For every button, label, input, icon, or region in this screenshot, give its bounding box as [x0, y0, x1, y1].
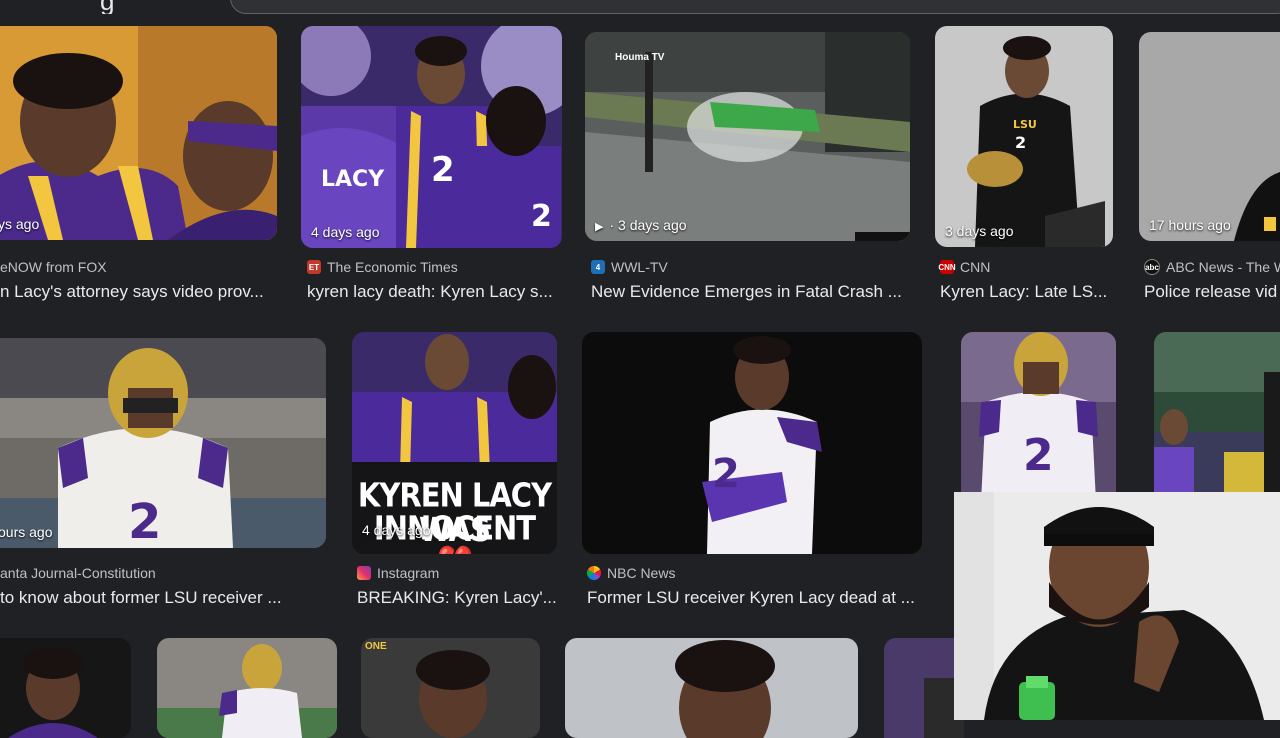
source-label[interactable]: anta Journal-Constitution — [0, 565, 156, 581]
search-bar[interactable] — [230, 0, 1280, 14]
source-label[interactable]: CNN CNN — [938, 259, 990, 275]
result-thumbnail[interactable]: LSU 2 3 days ago — [935, 26, 1113, 247]
result-thumbnail[interactable] — [565, 638, 858, 738]
image-result-card[interactable]: 2 NBC News Former LSU receiver Kyren Lac… — [582, 332, 927, 612]
result-title[interactable]: to know about former LSU receiver ... — [0, 588, 330, 608]
time-ago-label: 17 hours ago — [1149, 217, 1231, 233]
svg-text:2: 2 — [712, 451, 740, 497]
time-ago-label: ys ago — [0, 216, 40, 232]
result-thumbnail[interactable] — [157, 638, 337, 738]
result-thumbnail[interactable] — [0, 638, 131, 738]
image-result-card[interactable]: ys ago eNOW from FOX n Lacy's attorney s… — [0, 26, 280, 306]
image-result-card[interactable]: 2 — [949, 332, 1129, 502]
result-thumbnail[interactable]: LACY 2 2 4 days ago — [301, 26, 562, 248]
result-thumbnail[interactable]: 2 ours ago — [0, 338, 326, 548]
top-bar: g — [0, 0, 1280, 14]
result-title[interactable]: Former LSU receiver Kyren Lacy dead at .… — [587, 588, 927, 608]
source-label[interactable]: Instagram — [357, 565, 439, 581]
time-ago-label: ours ago — [0, 524, 53, 540]
result-title[interactable]: New Evidence Emerges in Fatal Crash ... — [591, 282, 911, 302]
result-thumbnail[interactable]: ys ago — [0, 26, 277, 240]
channel-watermark: Houma TV — [615, 52, 665, 63]
image-result-card[interactable] — [1154, 332, 1280, 502]
source-label[interactable]: abc ABC News - The W — [1144, 259, 1280, 275]
time-ago-label: 3 days ago — [945, 223, 1014, 239]
nbc-news-icon — [587, 566, 601, 580]
time-ago-label: 4 days ago — [311, 224, 380, 240]
time-ago-label: 4 days ago — [362, 522, 431, 538]
source-label[interactable]: ET The Economic Times — [307, 259, 458, 275]
image-result-card[interactable]: 17 hours ago abc ABC News - The W Police… — [1139, 26, 1280, 306]
result-thumbnail[interactable]: KYREN LACY WAS INNOCENT 💔 4 days ago — [352, 332, 557, 554]
svg-text:2: 2 — [531, 199, 552, 234]
image-result-card[interactable]: KYREN LACY WAS INNOCENT 💔 4 days ago Ins… — [352, 332, 558, 612]
image-result-card[interactable]: LACY 2 2 4 days ago ET The Economic Time… — [301, 26, 563, 306]
svg-text:LSU: LSU — [1013, 118, 1037, 131]
result-title[interactable]: Kyren Lacy: Late LS... — [940, 282, 1115, 302]
channel-watermark: ONE — [365, 641, 387, 652]
time-ago-label: ▶ · 3 days ago — [595, 217, 687, 233]
image-result-card[interactable]: LSU 2 3 days ago CNN CNN Kyren Lacy: Lat… — [935, 26, 1115, 306]
webcam-person — [954, 492, 1280, 720]
result-thumbnail[interactable]: Houma TV ▶ · 3 days ago — [585, 32, 910, 241]
result-thumbnail[interactable] — [884, 638, 964, 738]
source-label[interactable]: NBC News — [587, 565, 675, 581]
result-thumbnail[interactable]: 17 hours ago — [1139, 32, 1280, 241]
result-thumbnail[interactable]: 2 — [582, 332, 922, 554]
result-title[interactable]: n Lacy's attorney says video prov... — [0, 282, 280, 302]
svg-text:LACY: LACY — [321, 167, 385, 192]
svg-text:2: 2 — [1015, 133, 1026, 152]
webcam-overlay — [954, 492, 1280, 720]
source-label[interactable]: 4 WWL-TV — [591, 259, 668, 275]
result-thumbnail[interactable]: ONE — [361, 638, 540, 738]
result-title[interactable]: kyren lacy death: Kyren Lacy s... — [307, 282, 563, 302]
wwl-tv-icon: 4 — [591, 260, 605, 274]
play-icon: ▶ — [595, 221, 604, 233]
broken-heart-icon: 💔 — [437, 543, 473, 554]
svg-text:2: 2 — [1023, 430, 1054, 481]
abc-news-icon: abc — [1144, 259, 1160, 275]
result-thumbnail[interactable]: 2 — [961, 332, 1116, 502]
image-result-card[interactable]: 2 ours ago anta Journal-Constitution to … — [0, 332, 330, 612]
result-title[interactable]: BREAKING: Kyren Lacy'... — [357, 588, 557, 608]
economic-times-icon: ET — [307, 260, 321, 274]
page-heading: g — [100, 0, 114, 14]
result-title[interactable]: Police release vid — [1144, 282, 1280, 302]
instagram-icon — [357, 566, 371, 580]
cnn-icon: CNN — [938, 260, 956, 274]
svg-text:2: 2 — [431, 150, 455, 190]
source-label[interactable]: eNOW from FOX — [0, 259, 107, 275]
image-result-card[interactable]: Houma TV ▶ · 3 days ago 4 WWL-TV New Evid… — [585, 26, 915, 306]
result-thumbnail[interactable] — [1154, 332, 1280, 502]
svg-text:2: 2 — [128, 494, 161, 548]
